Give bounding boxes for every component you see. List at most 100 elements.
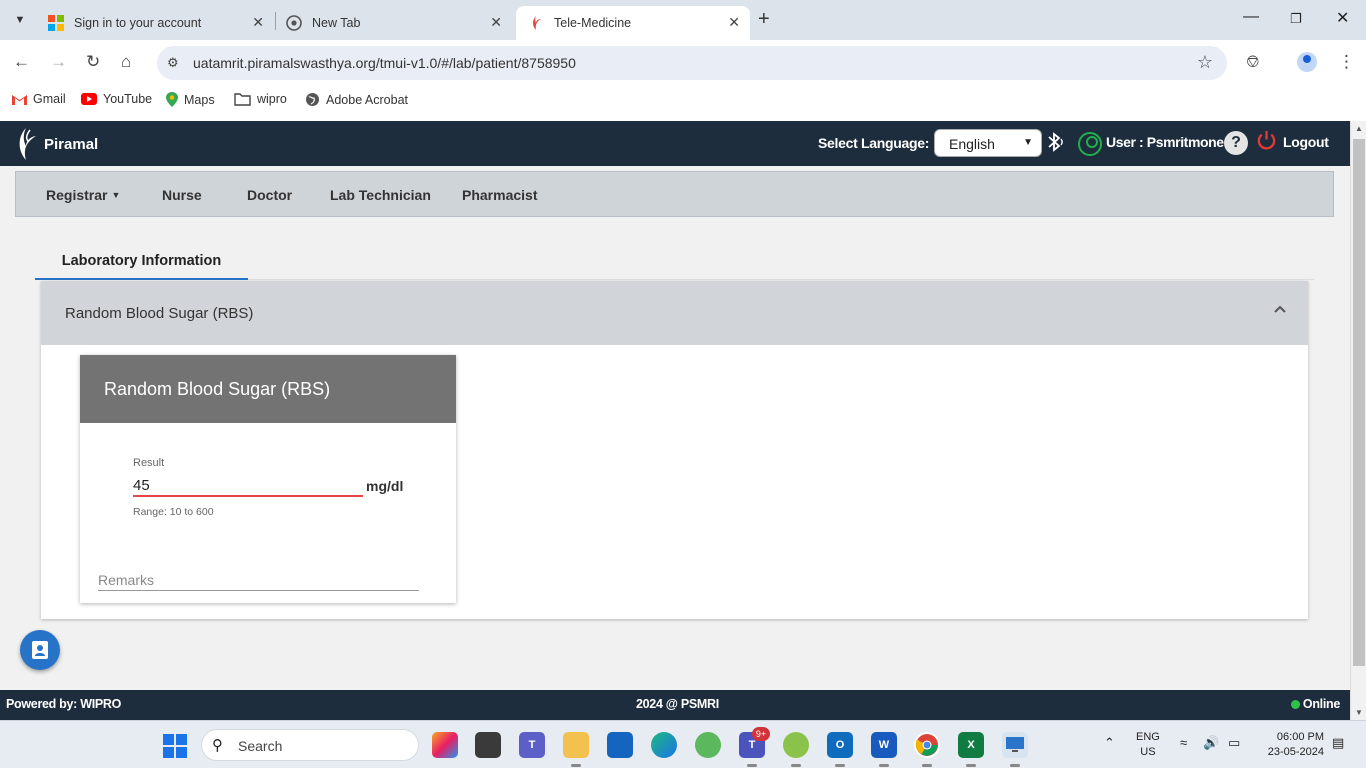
nav-nurse[interactable]: Nurse	[162, 187, 202, 203]
search-icon: ⚲	[212, 737, 223, 754]
globe-app-icon[interactable]	[783, 732, 809, 767]
bookmarks-bar: Gmail YouTube Maps wipro Adobe Acrobat	[0, 86, 1366, 121]
scroll-up-icon[interactable]: ▲	[1355, 124, 1363, 133]
power-icon[interactable]	[1256, 130, 1277, 151]
card-header: Random Blood Sugar (RBS)	[80, 355, 456, 423]
page-scrollbar[interactable]: ▲ ▼	[1350, 121, 1366, 720]
nav-registrar[interactable]: Registrar ▼	[46, 187, 120, 203]
tab-sign-in[interactable]: Sign in to your account ✕	[36, 6, 274, 40]
windows-taskbar: ⚲ Search T T O W X ⌃ ENG US ≈ 🔊 ▭ 06:00 …	[0, 720, 1366, 768]
browser-toolbar: ← → ↻ ⌂ ⚙ uatamrit.piramalswasthya.org/t…	[0, 40, 1366, 86]
maps-pin-icon	[166, 92, 178, 107]
card-title: Random Blood Sugar (RBS)	[104, 379, 331, 399]
bookmark-wipro[interactable]: wipro	[234, 92, 287, 106]
back-arrow-icon[interactable]: ←	[13, 52, 30, 72]
remarks-input[interactable]	[98, 569, 419, 591]
bookmark-youtube[interactable]: YouTube	[81, 92, 152, 106]
volume-icon[interactable]: 🔊	[1203, 735, 1219, 751]
nav-lab-technician[interactable]: Lab Technician	[330, 187, 431, 203]
connection-status: Online	[1290, 697, 1340, 711]
copilot-icon[interactable]	[432, 732, 458, 758]
excel-icon[interactable]: X	[958, 732, 984, 767]
role-navbar: Registrar ▼ Nurse Doctor Lab Technician P…	[15, 171, 1334, 217]
region-code: US	[1140, 746, 1156, 758]
app-green-icon[interactable]	[695, 732, 721, 758]
edge-icon[interactable]	[651, 732, 677, 758]
task-view-icon[interactable]	[475, 732, 501, 758]
store-icon[interactable]	[607, 732, 633, 758]
input-language-indicator[interactable]: ENG US	[1136, 730, 1160, 760]
tab-tele-medicine[interactable]: Tele-Medicine ✕	[516, 6, 750, 40]
battery-icon[interactable]: ▭	[1228, 735, 1240, 751]
powered-by-text: Powered by: WIPRO	[6, 697, 122, 711]
new-tab-plus-icon[interactable]: +	[758, 8, 770, 31]
window-close-icon[interactable]: ✕	[1336, 8, 1349, 28]
chrome-icon	[286, 15, 302, 31]
forward-arrow-icon[interactable]: →	[50, 52, 67, 72]
panel-header[interactable]: Random Blood Sugar (RBS)	[41, 281, 1308, 345]
logout-link[interactable]: Logout	[1283, 134, 1329, 150]
taskbar-clock[interactable]: 06:00 PM 23-05-2024	[1258, 730, 1324, 760]
tab-new-tab[interactable]: New Tab ✕	[274, 6, 512, 40]
tab-search-chevron-icon[interactable]: ▼	[8, 8, 32, 32]
bookmark-maps[interactable]: Maps	[166, 92, 215, 107]
chrome-taskbar-icon[interactable]	[914, 732, 940, 767]
bookmark-label: YouTube	[103, 92, 153, 106]
close-tab-icon[interactable]: ✕	[728, 14, 740, 31]
contact-card-icon	[32, 641, 48, 659]
bookmark-star-icon[interactable]: ☆	[1197, 52, 1213, 73]
online-dot-icon	[1290, 699, 1300, 709]
wifi-icon[interactable]: ≈	[1180, 735, 1187, 750]
unit-label: mg/dl	[366, 478, 404, 494]
remote-desktop-icon[interactable]	[1002, 732, 1028, 767]
file-explorer-icon[interactable]	[563, 732, 589, 767]
globe-icon	[305, 92, 320, 107]
close-tab-icon[interactable]: ✕	[490, 14, 502, 31]
word-icon[interactable]: W	[871, 732, 897, 767]
chevron-up-icon[interactable]	[1274, 303, 1286, 315]
help-question-icon[interactable]: ?	[1224, 131, 1248, 155]
tab-laboratory-information[interactable]: Laboratory Information	[35, 245, 248, 280]
panel-title: Random Blood Sugar (RBS)	[65, 305, 254, 322]
teams-icon[interactable]: T	[519, 732, 545, 758]
tray-chevron-up-icon[interactable]: ⌃	[1104, 735, 1115, 751]
browser-tabstrip: ▼ Sign in to your account ✕ New Tab ✕ Te…	[0, 0, 1366, 40]
microsoft-icon	[48, 15, 64, 31]
nav-doctor[interactable]: Doctor	[247, 187, 292, 203]
url-text[interactable]: uatamrit.piramalswasthya.org/tmui-v1.0/#…	[193, 55, 576, 71]
language-label: Select Language:	[818, 135, 930, 151]
bookmark-adobe-acrobat[interactable]: Adobe Acrobat	[305, 92, 408, 107]
notifications-icon[interactable]: ▤	[1332, 735, 1344, 751]
scroll-down-icon[interactable]: ▼	[1355, 708, 1363, 717]
language-select[interactable]: English ▼	[934, 129, 1042, 157]
status-text: Online	[1302, 697, 1340, 711]
app-header: Piramal Select Language: English ▼ User …	[0, 121, 1350, 166]
lab-test-panel: Random Blood Sugar (RBS) Random Blood Su…	[41, 281, 1308, 619]
taskbar-search[interactable]: ⚲ Search	[201, 729, 419, 761]
piramal-logo: Piramal	[14, 126, 98, 162]
menu-kebab-icon[interactable]: ⋮	[1338, 52, 1355, 72]
bookmark-gmail[interactable]: Gmail	[12, 92, 66, 106]
contact-card-fab[interactable]	[20, 630, 60, 670]
tab-title: Tele-Medicine	[554, 16, 632, 30]
result-label: Result	[133, 457, 165, 469]
language-selected-value: English	[949, 136, 995, 152]
home-icon[interactable]: ⌂	[121, 52, 131, 72]
extensions-icon[interactable]: ⎊	[1246, 52, 1260, 72]
nav-pharmacist[interactable]: Pharmacist	[462, 187, 537, 203]
site-settings-icon[interactable]: ⚙	[167, 55, 179, 71]
tab-title: New Tab	[312, 16, 361, 30]
outlook-icon[interactable]: O	[827, 732, 853, 767]
address-bar[interactable]: ⚙ uatamrit.piramalswasthya.org/tmui-v1.0…	[157, 46, 1227, 80]
bluetooth-icon[interactable]	[1046, 131, 1064, 158]
bookmark-label: Adobe Acrobat	[326, 92, 409, 107]
close-tab-icon[interactable]: ✕	[252, 14, 264, 31]
minimize-icon[interactable]: —	[1243, 8, 1259, 26]
windows-start-icon[interactable]	[163, 734, 187, 758]
search-placeholder: Search	[238, 738, 283, 754]
profile-avatar-icon[interactable]	[1297, 52, 1317, 72]
scroll-thumb[interactable]	[1353, 139, 1365, 666]
result-input[interactable]	[133, 475, 363, 497]
restore-icon[interactable]: ❐	[1290, 11, 1302, 27]
reload-icon[interactable]: ↻	[86, 52, 100, 72]
